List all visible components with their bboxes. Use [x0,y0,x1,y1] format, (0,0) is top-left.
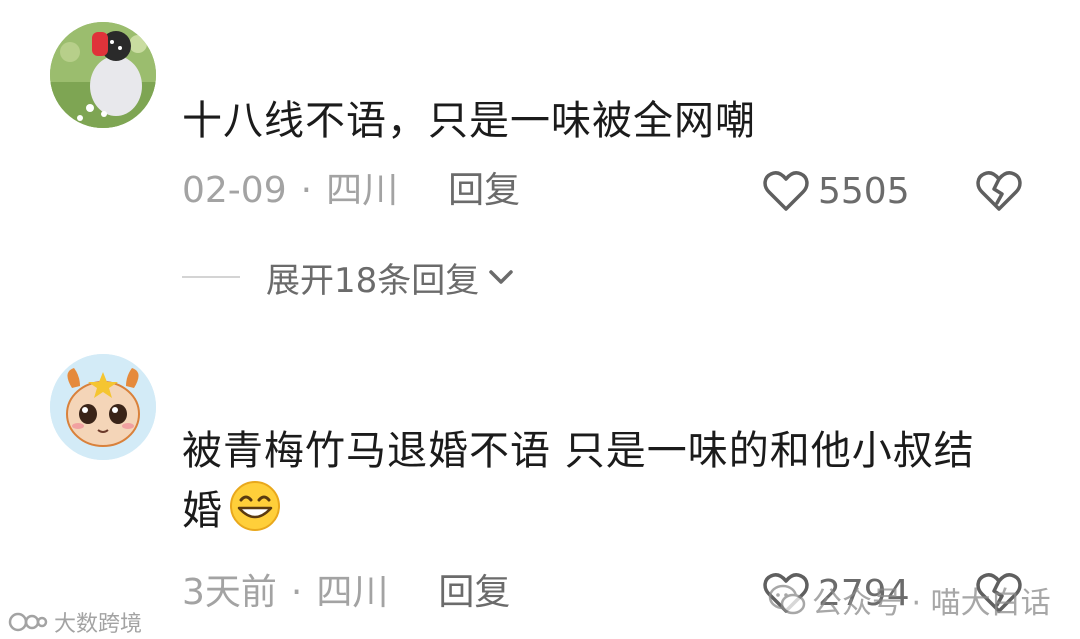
expand-replies-label: 展开18条回复 [266,260,480,301]
comment-meta: 02-09 · 四川 回复 [182,166,520,216]
grinning-face-emoji [227,480,283,548]
comment-location: 四川 [326,170,399,211]
reply-button[interactable]: 回复 [438,572,510,613]
comment-date: 3天前 [182,572,277,613]
divider [182,276,240,278]
meta-separator: · [300,170,313,211]
watermark: 大数跨境 [8,606,142,638]
avatar[interactable] [50,22,156,128]
like-button[interactable]: 5505 [762,166,910,216]
watermark: 公众号 · 喵大白话 [768,578,1051,622]
broken-heart-icon [976,171,1022,211]
like-count: 5505 [818,170,910,212]
avatar[interactable] [50,354,156,460]
comment-body: 被青梅竹马退婚不语 只是一味的和他小叔结婚 [182,428,975,534]
comment-text: 十八线不语，只是一味被全网嘲 [182,98,756,144]
dislike-button[interactable] [974,166,1024,216]
heart-outline-icon [763,171,809,211]
comment-text: 被青梅竹马退婚不语 只是一味的和他小叔结婚 [182,422,1012,548]
meta-separator: · [290,572,303,613]
wechat-icon [768,584,806,615]
chevron-down-icon [489,270,514,284]
expand-replies-button[interactable]: 展开18条回复 [182,252,515,302]
watermark-text: 大数跨境 [54,612,143,637]
comment-meta: 3天前 · 四川 回复 [182,568,510,618]
comment-date: 02-09 [182,170,287,211]
watermark-text: 公众号 · 喵大白话 [812,586,1051,621]
reply-button[interactable]: 回复 [448,170,520,211]
comment-list: 十八线不语，只是一味被全网嘲 02-09 · 四川 回复 5505 展开18条回复 [0,0,1080,639]
comment-location: 四川 [316,572,389,613]
brand-logo-icon [8,612,48,632]
